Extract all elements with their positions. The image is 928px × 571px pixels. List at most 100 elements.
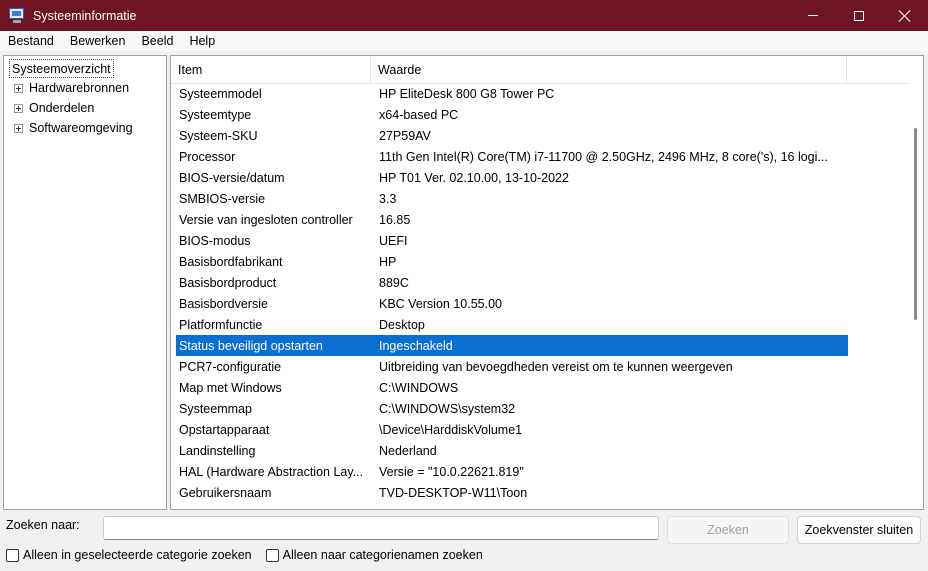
close-search-button[interactable]: Zoekvenster sluiten bbox=[797, 516, 921, 544]
search-button[interactable]: Zoeken bbox=[667, 516, 789, 544]
table-row[interactable]: Systeemmap C:\WINDOWS\system32 bbox=[176, 398, 848, 419]
row-value: KBC Version 10.55.00 bbox=[379, 296, 502, 311]
menu-bestand[interactable]: Bestand bbox=[0, 34, 62, 48]
scrollbar-thumb[interactable] bbox=[914, 128, 917, 320]
row-value: 27P59AV bbox=[379, 128, 431, 143]
row-value: Desktop bbox=[379, 317, 425, 332]
table-row[interactable]: Versie van ingesloten controller 16.85 bbox=[176, 209, 848, 230]
row-value: C:\WINDOWS\system32 bbox=[379, 401, 516, 416]
list-header: Item Waarde bbox=[171, 56, 911, 84]
row-value: Ingeschakeld bbox=[379, 338, 453, 353]
checkbox-label: Alleen naar categorienamen zoeken bbox=[282, 548, 483, 562]
table-row[interactable]: Systeemmodel HP EliteDesk 800 G8 Tower PC bbox=[176, 83, 848, 104]
column-header-item[interactable]: Item bbox=[171, 56, 371, 84]
row-item: Systeemmap bbox=[179, 401, 252, 416]
row-item: Map met Windows bbox=[179, 380, 282, 395]
row-value: Nederland bbox=[379, 443, 437, 458]
expand-icon[interactable] bbox=[14, 83, 23, 93]
search-options: Alleen in geselecteerde categorie zoeken… bbox=[6, 548, 497, 562]
row-item: HAL (Hardware Abstraction Lay... bbox=[179, 464, 364, 479]
table-row[interactable]: HAL (Hardware Abstraction Lay... Versie =… bbox=[176, 461, 848, 482]
table-row[interactable]: Map met Windows C:\WINDOWS bbox=[176, 377, 848, 398]
maximize-button[interactable] bbox=[836, 0, 882, 31]
search-input[interactable] bbox=[103, 516, 659, 540]
table-row[interactable]: Gebruikersnaam TVD-DESKTOP-W11\Toon bbox=[176, 482, 848, 503]
table-row[interactable]: Status beveiligd opstarten Ingeschakeld bbox=[176, 335, 848, 356]
table-row[interactable]: Basisbordfabrikant HP bbox=[176, 251, 848, 272]
row-item: Gebruikersnaam bbox=[179, 485, 272, 500]
row-value: 11th Gen Intel(R) Core(TM) i7-11700 @ 2.… bbox=[379, 149, 828, 164]
row-item: Platformfunctie bbox=[179, 317, 263, 332]
tree-item-systeemoverzicht[interactable]: Systeemoverzicht bbox=[9, 59, 114, 78]
row-value: Uitbreiding van bevoegdheden vereist om … bbox=[379, 359, 733, 374]
menu-bewerken[interactable]: Bewerken bbox=[62, 34, 134, 48]
menu-help[interactable]: Help bbox=[181, 34, 223, 48]
list-rows: Systeemmodel HP EliteDesk 800 G8 Tower PC… bbox=[176, 83, 848, 503]
table-row[interactable]: Basisbordproduct 889C bbox=[176, 272, 848, 293]
checkbox-category-names[interactable]: Alleen naar categorienamen zoeken bbox=[265, 548, 483, 562]
maximize-icon bbox=[854, 10, 864, 21]
row-value: UEFI bbox=[379, 233, 408, 248]
category-tree[interactable]: Systeemoverzicht Hardwarebronnen Onderde… bbox=[3, 55, 167, 510]
row-item: Versie van ingesloten controller bbox=[179, 212, 353, 227]
row-item: Basisbordversie bbox=[179, 296, 268, 311]
details-list[interactable]: Item Waarde Systeemmodel HP EliteDesk 800… bbox=[170, 55, 924, 510]
row-item: Systeemmodel bbox=[179, 86, 262, 101]
system-information-app-icon bbox=[8, 7, 26, 25]
row-item: SMBIOS-versie bbox=[179, 191, 266, 206]
row-item: Basisbordfabrikant bbox=[179, 254, 283, 269]
row-value: HP bbox=[379, 254, 397, 269]
column-header-value[interactable]: Waarde bbox=[371, 56, 847, 84]
table-row[interactable]: BIOS-modus UEFI bbox=[176, 230, 848, 251]
checkbox-box[interactable] bbox=[6, 548, 19, 562]
row-item: BIOS-versie/datum bbox=[179, 170, 285, 185]
tree-item-label: Hardwarebronnen bbox=[29, 81, 130, 95]
table-row[interactable]: Systeem-SKU 27P59AV bbox=[176, 125, 848, 146]
table-row[interactable]: BIOS-versie/datum HP T01 Ver. 02.10.00, 1… bbox=[176, 167, 848, 188]
table-row[interactable]: Platformfunctie Desktop bbox=[176, 314, 848, 335]
tree-item-label: Onderdelen bbox=[29, 101, 95, 115]
table-row[interactable]: Opstartapparaat \Device\HarddiskVolume1 bbox=[176, 419, 848, 440]
row-value: 16.85 bbox=[379, 212, 411, 227]
table-row[interactable]: SMBIOS-versie 3.3 bbox=[176, 188, 848, 209]
row-value: HP EliteDesk 800 G8 Tower PC bbox=[379, 86, 555, 101]
expand-icon[interactable] bbox=[14, 123, 23, 133]
table-row[interactable]: PCR7-configuratie Uitbreiding van bevoegd… bbox=[176, 356, 848, 377]
vertical-scrollbar[interactable] bbox=[909, 56, 923, 509]
tree-item-hardwarebronnen[interactable]: Hardwarebronnen bbox=[14, 78, 166, 98]
row-item: BIOS-modus bbox=[179, 233, 251, 248]
close-button[interactable] bbox=[882, 0, 928, 31]
expand-icon[interactable] bbox=[14, 103, 23, 113]
row-item: Systeem-SKU bbox=[179, 128, 258, 143]
row-item: Landinstelling bbox=[179, 443, 256, 458]
tree-item-label: Softwareomgeving bbox=[29, 121, 133, 135]
close-icon bbox=[899, 10, 911, 22]
row-value: x64-based PC bbox=[379, 107, 459, 122]
row-value: Versie = "10.0.22621.819" bbox=[379, 464, 524, 479]
row-item: PCR7-configuratie bbox=[179, 359, 282, 374]
row-value: 889C bbox=[379, 275, 409, 290]
tree-item-softwareomgeving[interactable]: Softwareomgeving bbox=[14, 118, 166, 138]
table-row[interactable]: Processor 11th Gen Intel(R) Core(TM) i7-1… bbox=[176, 146, 848, 167]
tree-item-onderdelen[interactable]: Onderdelen bbox=[14, 98, 166, 118]
row-item: Processor bbox=[179, 149, 236, 164]
checkbox-selected-category[interactable]: Alleen in geselecteerde categorie zoeken bbox=[6, 548, 252, 562]
table-row[interactable]: Basisbordversie KBC Version 10.55.00 bbox=[176, 293, 848, 314]
title-bar: Systeeminformatie bbox=[0, 0, 928, 31]
row-item: Opstartapparaat bbox=[179, 422, 270, 437]
table-row[interactable]: Systeemtype x64-based PC bbox=[176, 104, 848, 125]
menu-beeld[interactable]: Beeld bbox=[133, 34, 181, 48]
window-title: Systeeminformatie bbox=[33, 8, 137, 23]
row-item: Status beveiligd opstarten bbox=[179, 338, 323, 353]
row-item: Basisbordproduct bbox=[179, 275, 277, 290]
column-header-label: Item bbox=[178, 62, 203, 77]
minimize-icon bbox=[808, 15, 818, 16]
search-label: Zoeken naar: bbox=[6, 518, 80, 532]
checkbox-label: Alleen in geselecteerde categorie zoeken bbox=[23, 548, 252, 562]
row-item: Systeemtype bbox=[179, 107, 252, 122]
column-header-label: Waarde bbox=[378, 62, 422, 77]
checkbox-box[interactable] bbox=[265, 548, 279, 562]
table-row[interactable]: Landinstelling Nederland bbox=[176, 440, 848, 461]
minimize-button[interactable] bbox=[790, 0, 836, 31]
row-value: C:\WINDOWS bbox=[379, 380, 459, 395]
